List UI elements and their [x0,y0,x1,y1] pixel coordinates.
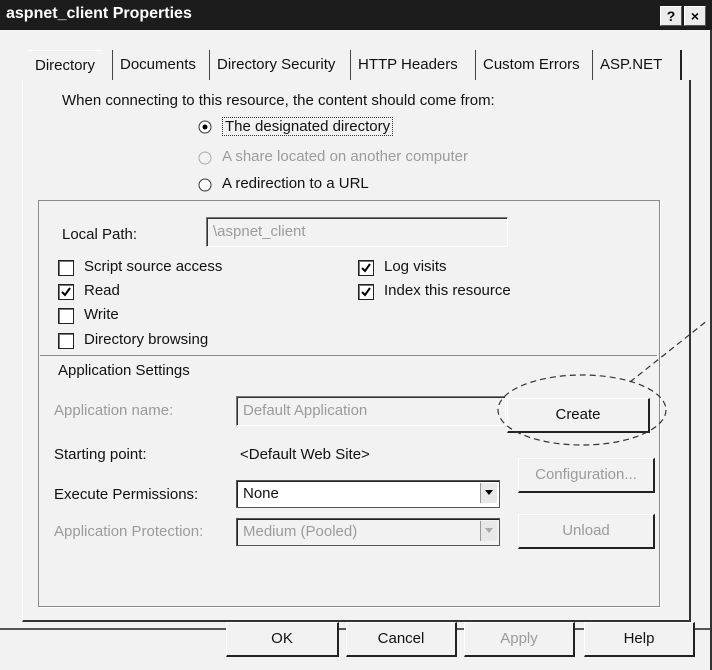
help-button[interactable]: Help [584,622,695,657]
chevron-down-icon [480,521,497,541]
script-source-access-label: Script source access [84,258,223,275]
local-path-value: \aspnet_client [213,223,306,240]
app-protection-label: Application Protection: [54,523,204,540]
directory-browsing-label: Directory browsing [84,331,209,348]
cancel-button[interactable]: Cancel [346,622,457,657]
tab-http-headers[interactable]: HTTP Headers [350,50,465,80]
app-name-value: Default Application [243,402,368,419]
tab-directory-security[interactable]: Directory Security [209,50,342,80]
read-label: Read [84,282,120,299]
exec-permissions-label: Execute Permissions: [54,486,199,503]
ok-button[interactable]: OK [226,622,339,657]
checkbox-write[interactable] [58,308,74,324]
app-name-label: Application name: [54,402,174,419]
apply-button: Apply [464,622,575,657]
app-protection-value: Medium (Pooled) [243,523,358,540]
configuration-button: Configuration... [518,458,655,493]
checkbox-read[interactable] [58,284,74,300]
radio-redirect-url[interactable] [198,178,212,192]
local-path-field: \aspnet_client [206,217,508,247]
index-resource-label: Index this resource [384,282,511,299]
close-icon[interactable]: × [684,6,706,26]
radio-share-location [198,151,212,165]
designated-directory-label: The designated directory [222,117,394,136]
exec-permissions-select[interactable]: None [236,480,500,508]
write-label: Write [84,306,119,323]
starting-point-value: <Default Web Site> [240,446,370,463]
radio-designated-directory[interactable] [198,120,212,134]
tab-directory[interactable]: Directory [28,50,103,81]
content-source-heading: When connecting to this resource, the co… [62,92,495,109]
checkbox-log-visits[interactable] [358,260,374,276]
dashed-annotation [497,319,709,446]
tab-strip-end [680,50,682,80]
exec-permissions-value: None [243,485,279,502]
unload-button: Unload [518,514,655,549]
tab-aspnet[interactable]: ASP.NET [592,50,669,80]
local-path-label: Local Path: [62,226,138,243]
checkbox-script-source-access[interactable] [58,260,74,276]
redirect-url-label: A redirection to a URL [222,175,369,192]
tab-custom-errors[interactable]: Custom Errors [475,50,587,80]
app-name-field: Default Application [236,396,506,426]
help-icon[interactable]: ? [660,6,682,26]
chevron-down-icon[interactable] [480,483,497,503]
window-title: aspnet_client Properties [6,5,192,22]
share-location-label: A share located on another computer [222,148,468,165]
checkbox-index-resource[interactable] [358,284,374,300]
starting-point-label: Starting point: [54,446,147,463]
app-settings-heading: Application Settings [58,362,190,379]
app-protection-select: Medium (Pooled) [236,518,500,546]
tab-documents[interactable]: Documents [112,50,203,80]
checkbox-directory-browsing[interactable] [58,333,74,349]
title-bar: aspnet_client Properties ? × [0,0,712,30]
log-visits-label: Log visits [384,258,447,275]
